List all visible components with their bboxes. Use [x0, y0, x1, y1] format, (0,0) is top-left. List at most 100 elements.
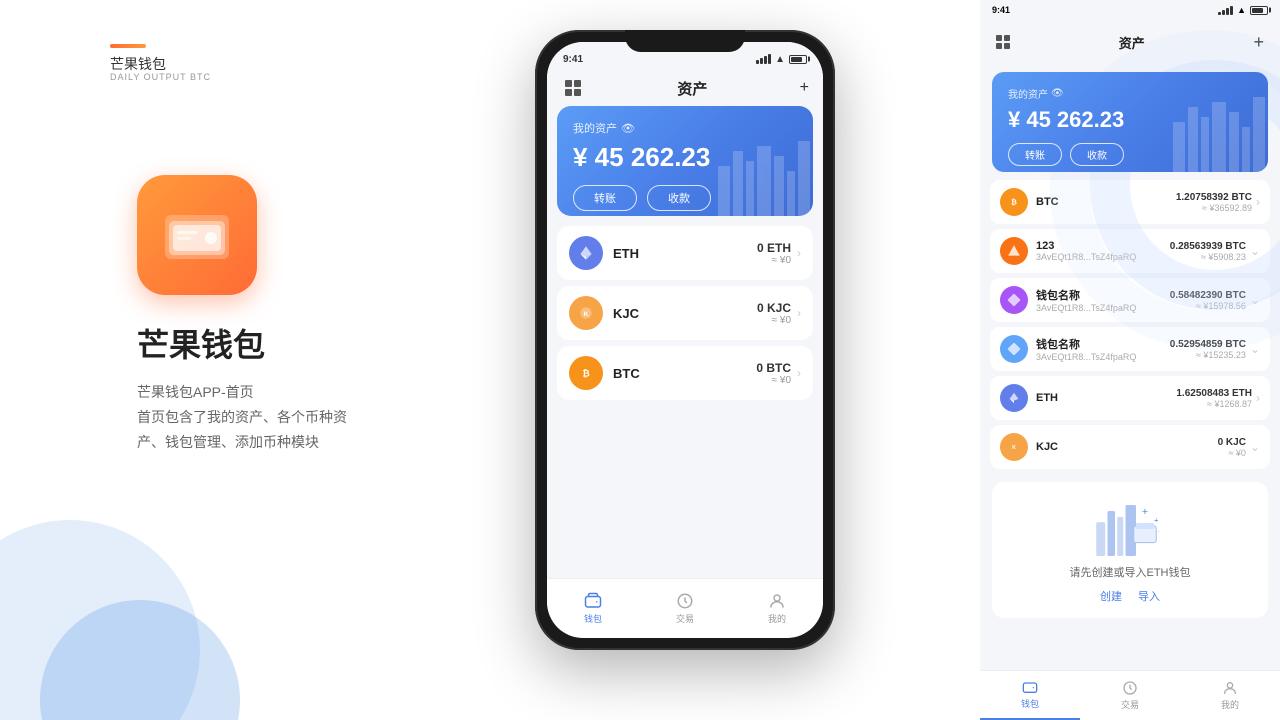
kjc-chevron: › — [797, 306, 801, 320]
svg-text:·: · — [1158, 530, 1160, 536]
svg-text:+: + — [1142, 506, 1148, 518]
phone-nav-wallet-label: 钱包 — [584, 612, 602, 625]
signal-bars — [756, 54, 771, 64]
btc-logo: ₿ — [569, 356, 603, 390]
eth-wallet-section: + + · 请先创建或导入ETH钱包 创建 导入 — [992, 482, 1268, 618]
eth-wallet-actions: 创建 导入 — [1100, 588, 1160, 604]
svg-text:₿: ₿ — [582, 368, 589, 378]
coin-item-btc[interactable]: ₿ BTC 0 BTC ≈ ¥0 › — [557, 346, 813, 400]
right-nav-wallet-label: 钱包 — [1021, 697, 1039, 710]
mine-nav-icon — [768, 592, 786, 610]
eth-logo — [569, 236, 603, 270]
right-wallet-nav-icon — [1022, 679, 1038, 695]
header-title: 资产 — [677, 78, 707, 99]
coin-item-kjc[interactable]: K KJC 0 KJC ≈ ¥0 › — [557, 286, 813, 340]
right-wallet-blue-logo — [1000, 335, 1028, 363]
right-panel: 9:41 ▲ 资产 + — [980, 0, 1280, 720]
phone-nav-transaction-label: 交易 — [676, 612, 694, 625]
eth-balance: 0 ETH ≈ ¥0 — [757, 241, 791, 266]
kjc-balance: 0 KJC ≈ ¥0 — [757, 301, 791, 326]
phone-nav-mine-label: 我的 — [768, 612, 786, 625]
app-icon-svg — [157, 195, 237, 275]
right-time: 9:41 — [992, 5, 1010, 15]
eth-chevron: › — [797, 246, 801, 260]
app-description: 芒果钱包APP-首页 首页包含了我的资产、各个币种资产、钱包管理、添加币种模块 — [137, 380, 357, 456]
right-city-bg — [1168, 92, 1268, 172]
right-btc-logo: ₿ — [1000, 188, 1028, 216]
right-nav-mine[interactable]: 我的 — [1180, 671, 1280, 720]
brand-name-en: DAILY OUTPUT BTC — [110, 72, 211, 82]
svg-text:K: K — [584, 311, 589, 318]
right-kjc-logo: K — [1000, 433, 1028, 461]
phone-frame: 9:41 ▲ — [535, 30, 835, 650]
status-icons: ▲ — [756, 54, 807, 65]
phone-time: 9:41 — [563, 54, 583, 65]
transaction-nav-icon — [676, 592, 694, 610]
right-battery-icon — [1250, 6, 1268, 15]
asset-card: 我的资产 👁 ¥ 45 262.23 转账 收款 — [557, 106, 813, 216]
right-signal — [1218, 6, 1233, 15]
right-bottom-nav: 钱包 交易 我的 — [980, 670, 1280, 720]
right-asset-card: 我的资产 👁 ¥ 45 262.23 转账 收款 — [992, 72, 1268, 172]
asset-card-label: 我的资产 👁 — [573, 120, 797, 136]
phone-nav-wallet[interactable]: 钱包 — [547, 579, 639, 638]
wifi-icon: ▲ — [775, 54, 785, 65]
eth-wallet-illustration: + + · — [1090, 496, 1170, 556]
phone-notch — [625, 30, 745, 52]
city-bg-svg — [713, 136, 813, 216]
right-eye-icon[interactable]: 👁 — [1051, 88, 1064, 99]
eth-wallet-svg: + + · — [1090, 496, 1170, 556]
phone-screen: 9:41 ▲ — [547, 42, 823, 638]
right-mine-nav-icon — [1222, 680, 1238, 696]
eye-icon[interactable]: 👁 — [621, 122, 635, 135]
phone-nav-transaction[interactable]: 交易 — [639, 579, 731, 638]
right-wifi-icon: ▲ — [1237, 5, 1246, 15]
coin-list: ETH 0 ETH ≈ ¥0 › K KJC 0 KJC ≈ ¥0 — [547, 226, 823, 400]
btc-chevron: › — [797, 366, 801, 380]
right-nav-mine-label: 我的 — [1221, 698, 1239, 711]
app-title-cn: 芒果钱包 — [137, 320, 265, 366]
right-transfer-button[interactable]: 转账 — [1008, 143, 1062, 166]
right-transaction-nav-icon — [1122, 680, 1138, 696]
right-nav-transaction-label: 交易 — [1121, 698, 1139, 711]
right-wallet-blue-info: 钱包名称 3AvEQt1R8...TsZ4fpaRQ — [1036, 336, 1170, 362]
right-coin-eth[interactable]: ETH 1.62508483 ETH ≈ ¥1268.87 › — [990, 376, 1270, 420]
right-123-logo — [1000, 237, 1028, 265]
right-receive-button[interactable]: 收款 — [1070, 143, 1124, 166]
btc-balance: 0 BTC ≈ ¥0 — [756, 361, 791, 386]
phone-nav-mine[interactable]: 我的 — [731, 579, 823, 638]
right-eth-info: ETH — [1036, 392, 1176, 404]
kjc-logo: K — [569, 296, 603, 330]
app-icon — [137, 175, 257, 295]
wallet-nav-icon — [584, 592, 602, 610]
right-grid-menu[interactable] — [996, 35, 1010, 49]
svg-text:+: + — [1154, 515, 1159, 524]
kjc-name: KJC — [613, 306, 757, 321]
right-kjc-info: KJC — [1036, 441, 1218, 453]
eth-wallet-text: 请先创建或导入ETH钱包 — [1070, 564, 1191, 580]
brand-accent — [110, 44, 146, 48]
add-button[interactable]: + — [800, 79, 809, 97]
brand-name-cn: 芒果钱包 — [110, 54, 166, 74]
right-status-bar: 9:41 ▲ — [980, 0, 1280, 20]
eth-name: ETH — [613, 246, 757, 261]
right-nav-wallet[interactable]: 钱包 — [980, 671, 1080, 720]
coin-item-eth[interactable]: ETH 0 ETH ≈ ¥0 › — [557, 226, 813, 280]
right-coin-kjc[interactable]: K KJC 0 KJC ≈ ¥0 ⌄ — [990, 425, 1270, 469]
transfer-button[interactable]: 转账 — [573, 185, 637, 211]
eth-create-link[interactable]: 创建 — [1100, 588, 1122, 604]
phone-header: 资产 + — [547, 70, 823, 106]
battery-icon — [789, 55, 807, 64]
right-status-icons: ▲ — [1218, 5, 1268, 15]
phone-bottom-nav: 钱包 交易 我的 — [547, 578, 823, 638]
right-eth-logo — [1000, 384, 1028, 412]
receive-button[interactable]: 收款 — [647, 185, 711, 211]
btc-name: BTC — [613, 366, 756, 381]
right-wallet-purple-logo — [1000, 286, 1028, 314]
left-panel: 芒果钱包 DAILY OUTPUT BTC 芒果钱包 芒果钱包APP-首页 首页… — [0, 0, 520, 720]
eth-import-link[interactable]: 导入 — [1138, 588, 1160, 604]
right-kjc-balance: 0 KJC ≈ ¥0 — [1218, 437, 1246, 458]
right-eth-balance: 1.62508483 ETH ≈ ¥1268.87 — [1176, 388, 1252, 409]
right-nav-transaction[interactable]: 交易 — [1080, 671, 1180, 720]
grid-menu-icon[interactable] — [561, 76, 585, 100]
